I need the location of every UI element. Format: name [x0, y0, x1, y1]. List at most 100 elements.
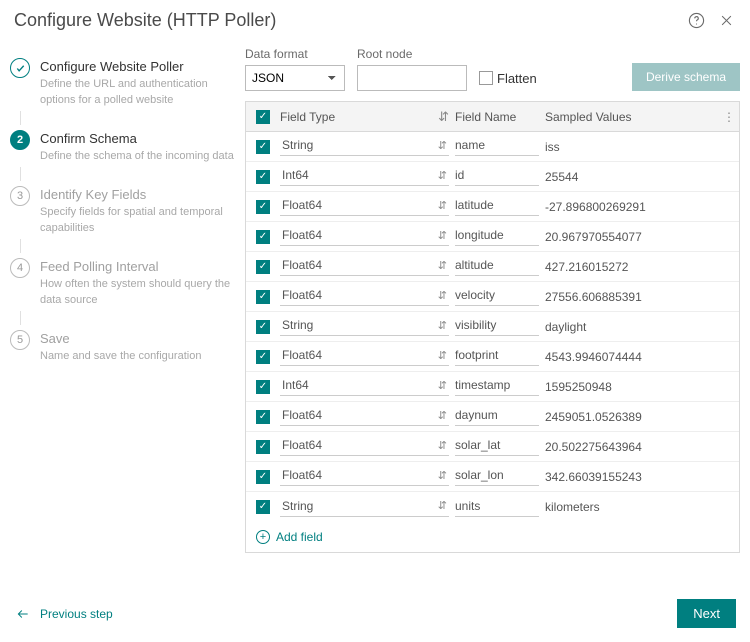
- column-header-name: Field Name: [455, 110, 516, 124]
- table-row: Int64⇵ timestamp 1595250948: [246, 372, 739, 402]
- sampled-value: -27.896800269291: [545, 200, 646, 214]
- field-type-select[interactable]: Float64⇵: [280, 257, 449, 276]
- field-type-select[interactable]: Float64⇵: [280, 227, 449, 246]
- field-name-input[interactable]: name: [455, 137, 539, 156]
- row-checkbox[interactable]: [256, 350, 270, 364]
- checkbox-icon: [479, 71, 493, 85]
- next-button[interactable]: Next: [677, 599, 736, 628]
- close-icon[interactable]: [716, 11, 736, 31]
- field-name-input[interactable]: velocity: [455, 287, 539, 306]
- field-type-select[interactable]: Float64⇵: [280, 347, 449, 366]
- row-checkbox[interactable]: [256, 320, 270, 334]
- field-type-select[interactable]: Float64⇵: [280, 287, 449, 306]
- field-name-input[interactable]: visibility: [455, 317, 539, 336]
- flatten-label: Flatten: [497, 71, 537, 86]
- field-type-select[interactable]: Float64⇵: [280, 197, 449, 216]
- field-name-input[interactable]: latitude: [455, 197, 539, 216]
- field-type-select[interactable]: String⇵: [280, 498, 449, 517]
- step-title[interactable]: Configure Website Poller: [40, 57, 235, 74]
- arrow-left-icon: [14, 607, 32, 621]
- row-checkbox[interactable]: [256, 380, 270, 394]
- step-description: How often the system should query the da…: [40, 274, 235, 309]
- table-row: Int64⇵ id 25544: [246, 162, 739, 192]
- row-checkbox[interactable]: [256, 260, 270, 274]
- table-row: Float64⇵ footprint 4543.9946074444: [246, 342, 739, 372]
- row-checkbox[interactable]: [256, 410, 270, 424]
- chevron-sort-icon: ⇵: [438, 499, 447, 512]
- field-name-input[interactable]: footprint: [455, 347, 539, 366]
- table-row: Float64⇵ altitude 427.216015272: [246, 252, 739, 282]
- sampled-value: 1595250948: [545, 380, 612, 394]
- root-node-input[interactable]: [357, 65, 467, 91]
- field-type-select[interactable]: Float64⇵: [280, 407, 449, 426]
- chevron-sort-icon: ⇵: [438, 199, 447, 212]
- sort-icon[interactable]: ⇵: [438, 109, 449, 125]
- flatten-checkbox[interactable]: Flatten: [479, 65, 537, 91]
- table-row: Float64⇵longitude20.967970554077: [246, 222, 739, 252]
- sampled-value: 25544: [545, 170, 578, 184]
- data-format-select[interactable]: JSON: [245, 65, 345, 91]
- table-row: String⇵visibilitydaylight: [246, 312, 739, 342]
- chevron-sort-icon: ⇵: [438, 379, 447, 392]
- chevron-sort-icon: ⇵: [438, 259, 447, 272]
- row-checkbox[interactable]: [256, 470, 270, 484]
- field-name-input[interactable]: altitude: [455, 257, 539, 276]
- step-indicator: 2: [10, 130, 30, 150]
- step-title[interactable]: Save: [40, 329, 201, 346]
- chevron-sort-icon: ⇵: [438, 349, 447, 362]
- previous-step-link[interactable]: Previous step: [14, 607, 113, 621]
- row-checkbox[interactable]: [256, 500, 270, 514]
- column-header-sampled: Sampled Values: [545, 110, 632, 124]
- sampled-value: kilometers: [545, 500, 600, 514]
- row-checkbox[interactable]: [256, 230, 270, 244]
- step-title[interactable]: Confirm Schema: [40, 129, 234, 146]
- row-checkbox[interactable]: [256, 200, 270, 214]
- field-type-select[interactable]: Float64⇵: [280, 467, 449, 486]
- sampled-value: iss: [545, 140, 560, 154]
- field-name-input[interactable]: solar_lon: [455, 467, 539, 486]
- select-all-checkbox[interactable]: [256, 110, 270, 124]
- field-name-input[interactable]: daynum: [455, 407, 539, 426]
- table-row: Float64⇵solar_lon342.66039155243: [246, 462, 739, 492]
- sampled-value: 427.216015272: [545, 260, 628, 274]
- field-type-select[interactable]: String⇵: [280, 317, 449, 336]
- row-checkbox[interactable]: [256, 140, 270, 154]
- chevron-sort-icon: ⇵: [438, 289, 447, 302]
- chevron-sort-icon: ⇵: [438, 409, 447, 422]
- row-checkbox[interactable]: [256, 170, 270, 184]
- row-checkbox[interactable]: [256, 290, 270, 304]
- field-name-input[interactable]: id: [455, 167, 539, 186]
- add-field-button[interactable]: + Add field: [246, 522, 739, 552]
- row-checkbox[interactable]: [256, 440, 270, 454]
- table-menu-icon[interactable]: ⋮: [719, 110, 739, 124]
- chevron-sort-icon: ⇵: [438, 469, 447, 482]
- field-type-select[interactable]: String⇵: [280, 137, 449, 156]
- derive-schema-button[interactable]: Derive schema: [632, 63, 740, 91]
- root-node-label: Root node: [357, 47, 467, 61]
- step-indicator: [10, 58, 30, 78]
- help-icon[interactable]: [686, 11, 706, 31]
- step-description: Define the URL and authentication option…: [40, 74, 235, 109]
- field-type-select[interactable]: Int64⇵: [280, 377, 449, 396]
- chevron-sort-icon: ⇵: [438, 319, 447, 332]
- field-name-input[interactable]: solar_lat: [455, 437, 539, 456]
- field-type-select[interactable]: Int64⇵: [280, 167, 449, 186]
- step-indicator: 5: [10, 330, 30, 350]
- plus-icon: +: [256, 530, 270, 544]
- data-format-label: Data format: [245, 47, 345, 61]
- step-description: Specify fields for spatial and temporal …: [40, 202, 235, 237]
- field-name-input[interactable]: units: [455, 498, 539, 517]
- chevron-sort-icon: ⇵: [438, 139, 447, 152]
- step-title[interactable]: Identify Key Fields: [40, 185, 235, 202]
- chevron-sort-icon: ⇵: [438, 169, 447, 182]
- chevron-sort-icon: ⇵: [438, 439, 447, 452]
- field-type-select[interactable]: Float64⇵: [280, 437, 449, 456]
- field-name-input[interactable]: timestamp: [455, 377, 539, 396]
- table-row: String⇵ nameiss: [246, 132, 739, 162]
- sampled-value: 4543.9946074444: [545, 350, 642, 364]
- sampled-value: 20.502275643964: [545, 440, 642, 454]
- field-name-input[interactable]: longitude: [455, 227, 539, 246]
- step-title[interactable]: Feed Polling Interval: [40, 257, 235, 274]
- table-row: Float64⇵ latitude -27.896800269291: [246, 192, 739, 222]
- sampled-value: 2459051.0526389: [545, 410, 642, 424]
